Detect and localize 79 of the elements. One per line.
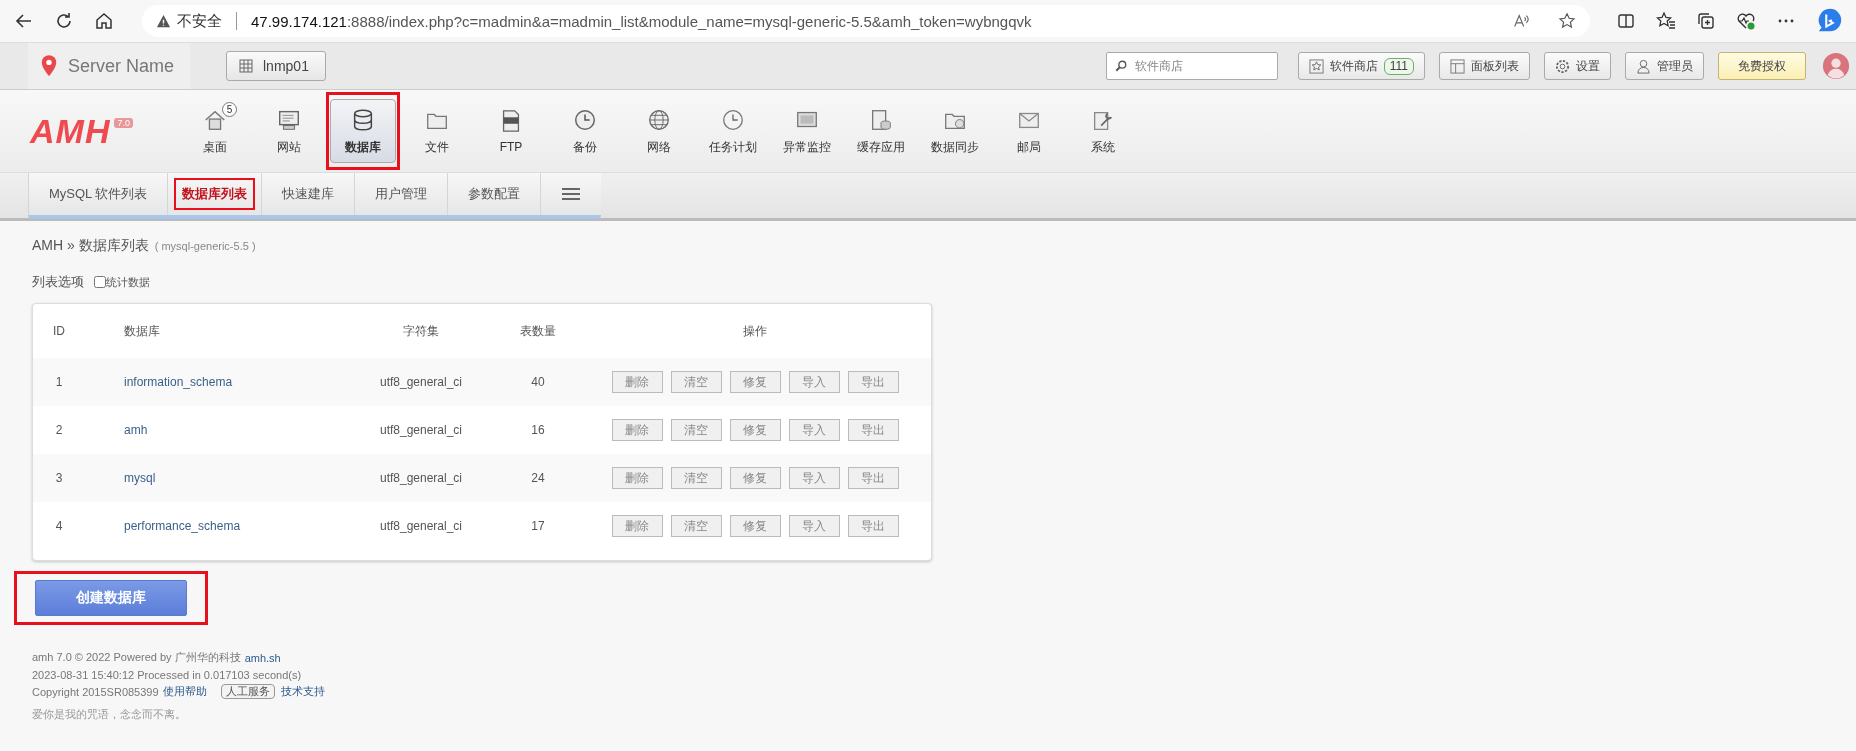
slogan-text: 爱你是我的咒语，念念而不离。 bbox=[32, 707, 186, 722]
table-cell: 1 bbox=[33, 358, 86, 406]
database-link[interactable]: amh bbox=[124, 423, 148, 437]
column-header: 数据库 bbox=[86, 304, 345, 358]
options-label: 列表选项 bbox=[32, 273, 84, 291]
column-header: 字符集 bbox=[345, 304, 497, 358]
address-bar[interactable]: 不安全 47.99.174.121:8888/index.php?c=madmin&a=madmin_list&module_name=mysql-generic-5.5&amh_token=wybngqvk bbox=[142, 5, 1590, 37]
heart-pulse-icon[interactable] bbox=[1736, 11, 1756, 31]
footer-text: Copyright 2015SR085399 bbox=[32, 685, 159, 698]
store-button[interactable]: 软件商店 111 bbox=[1297, 52, 1425, 80]
database-link[interactable]: information_schema bbox=[124, 375, 233, 389]
checkbox-label: 统计数据 bbox=[106, 274, 150, 290]
table-cell: 17 bbox=[497, 502, 579, 550]
warning-icon bbox=[156, 13, 171, 29]
notification-badge: 5 bbox=[222, 102, 237, 117]
table-cell: 24 bbox=[497, 454, 579, 502]
table-cell: utf8_general_ci bbox=[345, 358, 497, 406]
service-button[interactable]: 人工服务 bbox=[220, 684, 275, 699]
nav-item[interactable]: 网站 bbox=[256, 99, 322, 163]
split-screen-icon[interactable] bbox=[1616, 11, 1636, 31]
database-link[interactable]: mysql bbox=[124, 471, 156, 485]
footer-text: amh 7.0 © 2022 Powered by 广州华的科技 bbox=[32, 650, 241, 665]
location-pin-icon bbox=[40, 54, 58, 78]
table-cell: utf8_general_ci bbox=[345, 406, 497, 454]
layout-icon bbox=[1450, 58, 1465, 74]
home-icon[interactable] bbox=[94, 11, 114, 31]
logo-text: AMH bbox=[30, 111, 111, 151]
nav-item[interactable]: 异常监控 bbox=[774, 99, 840, 163]
table-cell: utf8_general_ci bbox=[345, 454, 497, 502]
column-header: ID bbox=[33, 304, 86, 358]
count-badge: 111 bbox=[1383, 57, 1414, 75]
nav-item[interactable]: 备份 bbox=[552, 99, 618, 163]
nav-item[interactable]: 数据同步 bbox=[922, 99, 988, 163]
nav-item[interactable]: 缓存应用 bbox=[848, 99, 914, 163]
admin-button[interactable]: 管理员 bbox=[1625, 52, 1704, 80]
footer-link[interactable]: amh.sh bbox=[244, 651, 281, 664]
nav-item[interactable]: 文件 bbox=[404, 99, 470, 163]
reload-icon[interactable] bbox=[54, 11, 74, 31]
collections-icon[interactable] bbox=[1696, 11, 1716, 31]
settings-icon bbox=[1555, 58, 1570, 74]
table-cell: 3 bbox=[33, 454, 86, 502]
column-header: 操作 bbox=[579, 304, 931, 358]
menu-icon[interactable] bbox=[561, 187, 582, 201]
nav-item[interactable]: 任务计划 bbox=[700, 99, 766, 163]
table-cell: 40 bbox=[497, 358, 579, 406]
breadcrumb: AMH » 数据库列表 bbox=[32, 237, 149, 255]
table-cell: 16 bbox=[497, 406, 579, 454]
help-link[interactable]: 使用帮助 bbox=[162, 684, 207, 699]
search-field[interactable]: 软件商店 bbox=[1105, 52, 1278, 80]
table-cell: 2 bbox=[33, 406, 86, 454]
footer-text: 2023-08-31 15:40:12 Processed in 0.017103 second(s) bbox=[32, 668, 302, 681]
settings-button[interactable]: 设置 bbox=[1544, 52, 1611, 80]
grid-icon bbox=[239, 59, 253, 73]
column-header: 表数量 bbox=[497, 304, 579, 358]
panels-button[interactable]: 面板列表 bbox=[1439, 52, 1530, 80]
url-host: 47.99.174.121 bbox=[251, 12, 347, 30]
tab[interactable]: 数据库列表 bbox=[174, 178, 256, 210]
star-icon[interactable] bbox=[1558, 12, 1576, 30]
table-cell: utf8_general_ci bbox=[345, 502, 497, 550]
nav-item[interactable]: 5 桌面 bbox=[182, 99, 248, 163]
server-button[interactable]: lnmp01 bbox=[226, 51, 326, 81]
url-path: :8888/index.php?c=madmin&a=madmin_list&module_name=mysql-generic-5.5&amh_token=wybngqvk bbox=[346, 12, 1032, 30]
avatar-icon[interactable] bbox=[1822, 52, 1850, 80]
support-link[interactable]: 技术支持 bbox=[280, 684, 325, 699]
nav-item[interactable]: 邮局 bbox=[996, 99, 1062, 163]
checkbox[interactable] bbox=[94, 276, 106, 288]
nav-item[interactable]: 系统 bbox=[1070, 99, 1136, 163]
favorites-icon[interactable] bbox=[1656, 11, 1676, 31]
user-icon bbox=[1636, 58, 1651, 74]
table-cell: 4 bbox=[33, 502, 86, 550]
server-name: Server Name bbox=[68, 55, 175, 77]
nav-item[interactable]: FTP bbox=[478, 99, 544, 163]
license-button[interactable]: 免费授权 bbox=[1718, 52, 1806, 80]
security-label: 不安全 bbox=[177, 11, 222, 31]
module-name: ( mysql-generic-5.5 ) bbox=[154, 240, 256, 252]
nav-item[interactable]: 数据库 bbox=[330, 99, 396, 163]
database-link[interactable]: performance_schema bbox=[124, 519, 241, 533]
nav-item[interactable]: 网络 bbox=[626, 99, 692, 163]
version-badge: 7.0 bbox=[114, 117, 133, 128]
